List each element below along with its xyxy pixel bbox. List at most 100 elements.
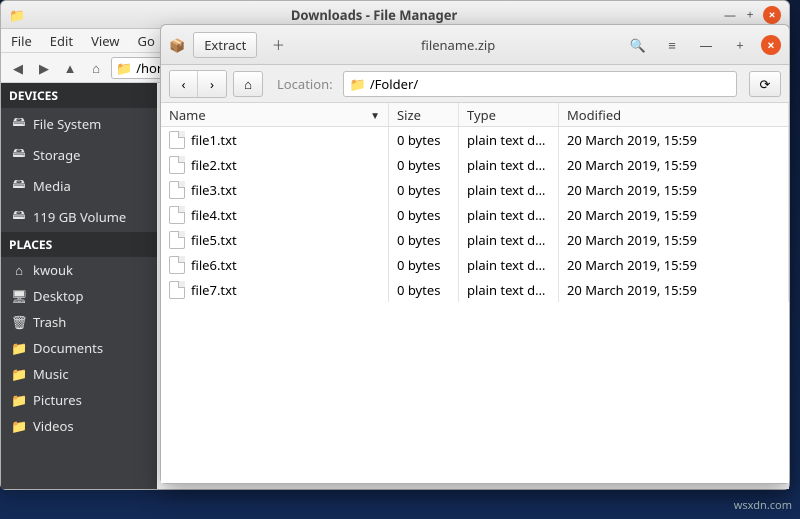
nav-forward-button[interactable]: › (198, 71, 226, 97)
fm-home-button[interactable]: ⌂ (85, 57, 107, 79)
sidebar-item[interactable]: 📁Pictures (1, 387, 157, 413)
nav-buttons: ‹ › (169, 70, 227, 98)
extract-label: Extract (204, 36, 246, 54)
sidebar-item[interactable]: 🖴 File System (1, 108, 157, 139)
sidebar-item[interactable]: 🖴 Media (1, 170, 157, 201)
menu-button[interactable]: ≡ (659, 32, 685, 58)
extract-button[interactable]: Extract (193, 32, 257, 58)
file-row[interactable]: file1.txt0 bytesplain text d…20 March 20… (161, 127, 789, 152)
location-value: /Folder/ (370, 75, 418, 93)
sidebar-item[interactable]: 📁 Videos (1, 413, 157, 439)
file-name: file5.txt (191, 231, 237, 249)
file-name: file2.txt (191, 156, 237, 174)
fm-location-value: /hor (136, 59, 162, 77)
file-size: 0 bytes (389, 227, 459, 252)
sidebar-devices-header: DEVICES (1, 83, 157, 108)
file-name: file6.txt (191, 256, 237, 274)
file-name: file3.txt (191, 181, 237, 199)
file-row[interactable]: file5.txt0 bytesplain text d…20 March 20… (161, 227, 789, 252)
archive-window: 📦 Extract ＋ filename.zip 🔍 ≡ — + × ‹ › ⌂… (160, 24, 790, 484)
file-type: plain text d… (459, 127, 559, 152)
close-button[interactable]: × (763, 6, 781, 24)
sidebar-item-label: Trash (33, 313, 66, 331)
nav-home-button[interactable]: ⌂ (233, 71, 263, 97)
search-button[interactable]: 🔍 (625, 32, 651, 58)
minimize-button[interactable]: — (723, 8, 737, 22)
sidebar-item[interactable]: 🖥 Desktop (1, 283, 157, 309)
menu-file[interactable]: File (11, 32, 32, 50)
col-size[interactable]: Size (389, 103, 459, 126)
file-modified: 20 March 2019, 15:59 (559, 152, 789, 177)
archive-maximize-button[interactable]: + (727, 32, 753, 58)
archive-close-button[interactable]: × (761, 35, 781, 55)
file-size: 0 bytes (389, 277, 459, 302)
folder-icon: 📁 (350, 75, 366, 93)
sidebar-item-icon: 🖴 (11, 143, 27, 166)
fm-back-button[interactable]: ◀ (7, 57, 29, 79)
fm-up-button[interactable]: ▲ (59, 57, 81, 79)
file-type: plain text d… (459, 277, 559, 302)
add-button[interactable]: ＋ (265, 32, 291, 58)
location-field[interactable]: 📁 /Folder/ (343, 71, 737, 97)
sidebar-item[interactable]: 📁Documents (1, 335, 157, 361)
file-icon (169, 206, 185, 224)
fm-forward-button[interactable]: ▶ (33, 57, 55, 79)
file-name: file4.txt (191, 206, 237, 224)
sort-indicator-icon: ▼ (370, 108, 380, 122)
archive-header: 📦 Extract ＋ filename.zip 🔍 ≡ — + × (161, 25, 789, 65)
file-size: 0 bytes (389, 252, 459, 277)
fm-sidebar: DEVICES 🖴 File System 🖴 Storage 🖴 Media 🖴119 G… (1, 83, 157, 489)
file-type: plain text d… (459, 227, 559, 252)
sidebar-item-icon: 📁 (11, 417, 27, 435)
archive-minimize-button[interactable]: — (693, 32, 719, 58)
sidebar-item-label: Desktop (33, 287, 84, 305)
file-row[interactable]: file2.txt 0 bytesplain text d…20 March 20… (161, 152, 789, 177)
sidebar-places-header: PLACES (1, 232, 157, 257)
archive-location-bar: ‹ › ⌂ Location: 📁 /Folder/ ⟳ (161, 65, 789, 103)
sidebar-item-label: Documents (33, 339, 103, 357)
file-modified: 20 March 2019, 15:59 (559, 277, 789, 302)
file-modified: 20 March 2019, 15:59 (559, 127, 789, 152)
file-row[interactable]: file6.txt0 bytesplain text d…20 March 20… (161, 252, 789, 277)
col-type[interactable]: Type (459, 103, 559, 126)
watermark: wsxdn.com (734, 498, 792, 513)
col-modified[interactable]: Modified (559, 103, 789, 126)
menu-view[interactable]: View (91, 32, 119, 50)
sidebar-item-icon: 🖥 (11, 287, 27, 305)
file-icon (169, 131, 185, 149)
sidebar-item[interactable]: 🖴 Storage (1, 139, 157, 170)
column-headers: Name ▼ Size Type Modified (161, 103, 789, 127)
file-row[interactable]: file7.txt0 bytesplain text d…20 March 20… (161, 277, 789, 302)
sidebar-item-icon: 🗑 (11, 313, 27, 331)
archive-title: filename.zip (299, 36, 617, 54)
sidebar-item-label: Videos (33, 417, 74, 435)
file-icon (169, 181, 185, 199)
sidebar-item-label: 119 GB Volume (33, 208, 126, 226)
fm-window-title: Downloads - File Manager (31, 6, 717, 24)
sidebar-item-label: Media (33, 177, 71, 195)
menu-edit[interactable]: Edit (50, 32, 73, 50)
sidebar-item-icon: 🖴 (11, 174, 27, 197)
col-name[interactable]: Name ▼ (161, 103, 389, 126)
archive-app-icon: 📦 (169, 36, 185, 54)
sidebar-item[interactable]: ⌂kwouk (1, 257, 157, 283)
reload-button[interactable]: ⟳ (749, 71, 781, 97)
sidebar-item-icon: 📁 (11, 365, 27, 383)
file-list[interactable]: file1.txt0 bytesplain text d…20 March 20… (161, 127, 789, 483)
sidebar-item[interactable]: 🗑 Trash (1, 309, 157, 335)
sidebar-item[interactable]: 🖴119 GB Volume (1, 201, 157, 232)
sidebar-item-label: Storage (33, 146, 80, 164)
menu-go[interactable]: Go (138, 32, 155, 50)
sidebar-item-label: kwouk (33, 261, 73, 279)
file-type: plain text d… (459, 252, 559, 277)
sidebar-item-icon: 🖴 (11, 112, 27, 135)
file-size: 0 bytes (389, 152, 459, 177)
maximize-button[interactable]: + (743, 8, 757, 22)
file-type: plain text d… (459, 202, 559, 227)
file-row[interactable]: file3.txt0 bytesplain text d…20 March 20… (161, 177, 789, 202)
sidebar-item[interactable]: 📁Music (1, 361, 157, 387)
file-type: plain text d… (459, 152, 559, 177)
sidebar-item-label: File System (33, 115, 101, 133)
nav-back-button[interactable]: ‹ (170, 71, 198, 97)
file-row[interactable]: file4.txt0 bytesplain text d…20 March 20… (161, 202, 789, 227)
